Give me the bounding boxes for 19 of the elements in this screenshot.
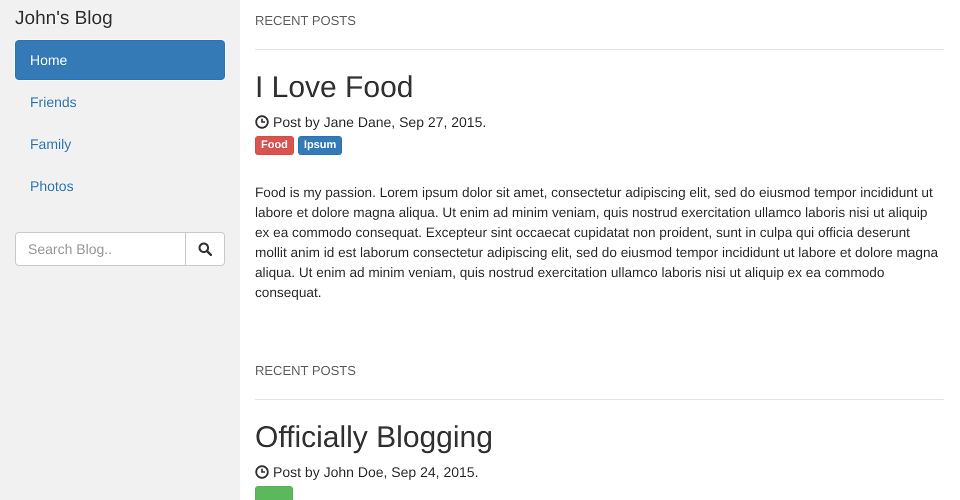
tag[interactable]: Food	[255, 136, 294, 155]
search-icon	[198, 242, 212, 256]
nav-link[interactable]: Family	[15, 124, 225, 164]
post-title: Officially Blogging	[255, 420, 494, 456]
nav-link[interactable]: Home	[15, 40, 225, 80]
search-field[interactable]: Search Blog..	[15, 232, 186, 266]
section-heading: RECENT POSTS	[255, 13, 357, 30]
post-body: Food is my passion. Lorem ipsum dolor sit amet, consectetur adipiscing elit, sed do eiusmod tempor incididunt ut labore et dolore magna aliqua. Ut enim ad minim veniam, quis nostrud exercitation ullamco laboris nisi ut aliquip ex ea commodo consequat. Excepteur sint occaecat cupidatat non proident, sunt in culpa qui officia deserunt mollit anim id est laborum consectetur adipiscing elit, sed do eiusmod tempor incididunt ut labore et dolore magna aliqua. Ut enim ad minim veniam, quis nostrud exercitation ullamco laboris nisi ut aliquip ex ea commodo consequat.	[255, 184, 940, 302]
search-button[interactable]	[186, 232, 225, 266]
nav-link[interactable]: Photos	[15, 166, 225, 206]
clock-icon	[255, 465, 269, 479]
post-byline: Post by John Doe, Sep 24, 2015.	[273, 464, 478, 480]
blog-title: John's Blog	[15, 8, 114, 31]
clock-icon	[255, 115, 269, 129]
post-title: I Love Food	[255, 70, 414, 106]
tag[interactable]: Ipsum	[298, 136, 342, 155]
post-byline: Post by Jane Dane, Sep 27, 2015.	[273, 114, 486, 130]
nav-link[interactable]: Friends	[15, 82, 225, 122]
section-heading: RECENT POSTS	[255, 363, 357, 380]
